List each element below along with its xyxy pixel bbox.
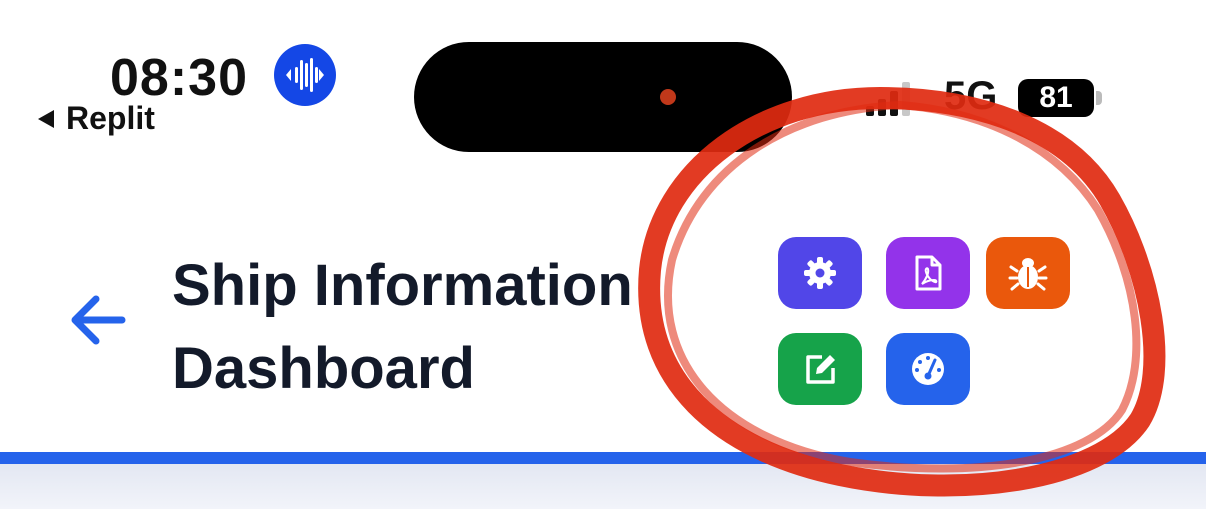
back-button[interactable] [66, 290, 130, 350]
bug-icon [1008, 258, 1048, 291]
battery-cap [1096, 91, 1102, 105]
debug-button[interactable] [986, 237, 1070, 309]
recording-indicator-dot [660, 89, 676, 105]
content-area [0, 464, 1206, 509]
back-to-app-link[interactable]: Replit [38, 100, 155, 137]
settings-button[interactable] [778, 237, 862, 309]
gauge-icon [912, 353, 944, 385]
battery-level: 81 [1039, 81, 1073, 114]
dynamic-island [414, 42, 792, 152]
gear-icon [804, 257, 836, 289]
edit-button[interactable] [778, 333, 862, 405]
back-triangle-icon [38, 109, 54, 128]
network-type: 5G [944, 74, 998, 118]
battery-indicator: 81 [1018, 79, 1094, 117]
page-title: Ship Information Dashboard [172, 253, 633, 401]
waveform-icon [274, 44, 336, 106]
status-time: 08:30 [110, 49, 248, 107]
cellular-signal-icon [866, 80, 914, 116]
header-accent-line [0, 452, 1206, 464]
pdf-file-icon [915, 255, 942, 291]
back-app-label: Replit [66, 100, 155, 136]
dashboard-button[interactable] [886, 333, 970, 405]
edit-icon [806, 355, 835, 384]
pdf-button[interactable] [886, 237, 970, 309]
arrow-left-icon [71, 295, 126, 345]
